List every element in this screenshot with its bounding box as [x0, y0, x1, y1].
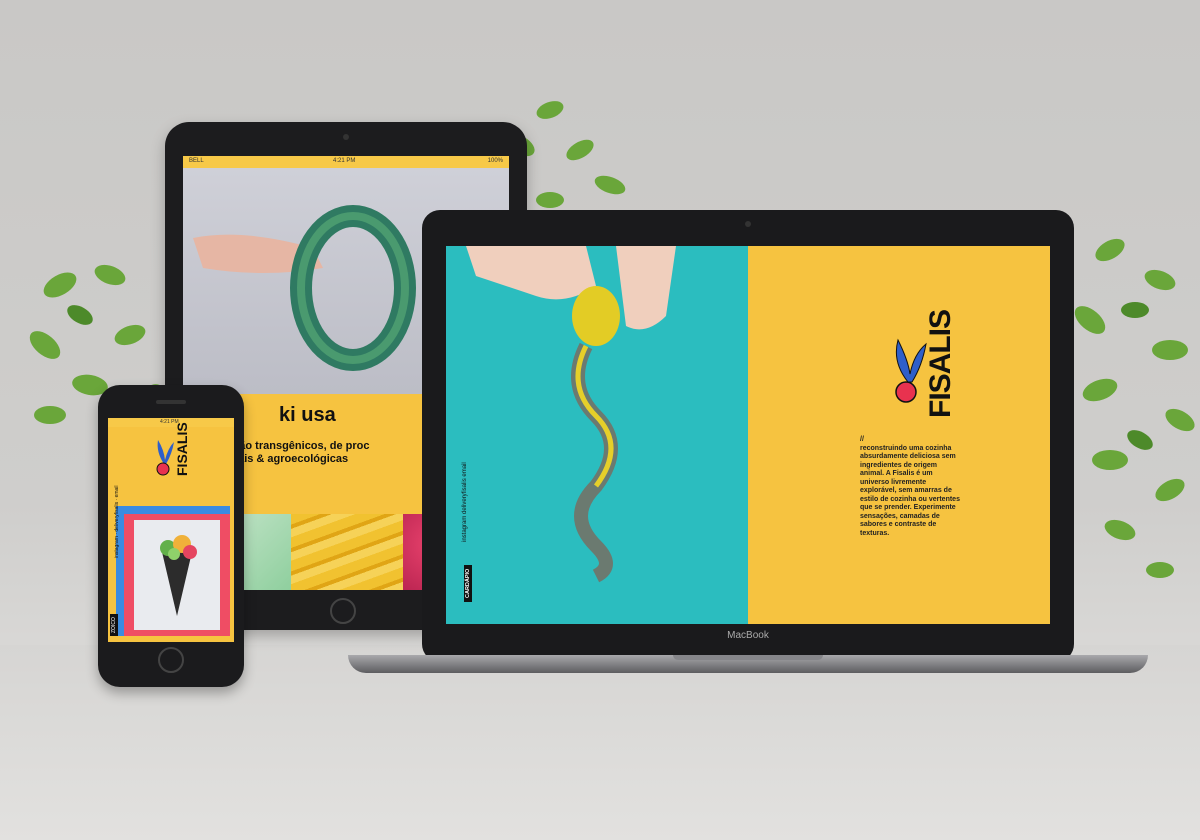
- phone-photo[interactable]: [134, 520, 220, 630]
- tablet-home-button[interactable]: [330, 598, 356, 624]
- laptop-intro-text: reconstruindo uma cozinha absurdamente d…: [860, 444, 960, 537]
- laptop-side-nav[interactable]: instagram deliveryfisalis email: [462, 462, 468, 542]
- tablet-carrier: BELL: [189, 158, 204, 164]
- tablet-heading: ki usa: [279, 404, 336, 426]
- phone-device: 4:21 PM FISALIS instagram · deliveryfisa…: [98, 385, 244, 687]
- tablet-time: 4:21 PM: [333, 158, 356, 164]
- laptop-base: [348, 655, 1148, 673]
- tablet-photo-bananas[interactable]: [291, 514, 403, 590]
- phone-speaker: [156, 400, 186, 404]
- laptop-brand-label: MacBook: [727, 630, 769, 641]
- phone-menu-tag[interactable]: ZOICO: [110, 614, 118, 636]
- phone-home-button[interactable]: [158, 647, 184, 673]
- tablet-battery: 100%: [487, 158, 503, 164]
- tablet-camera: [343, 134, 349, 140]
- phone-logo-text: FISALIS: [174, 422, 190, 476]
- laptop-logo-text: FISALIS: [924, 309, 957, 418]
- laptop-device: instagram deliveryfisalis email CARDÁPIO…: [422, 210, 1074, 662]
- laptop-yellow-panel: FISALIS // reconstruindo uma cozinha abs…: [748, 246, 1050, 624]
- laptop-hero-image: instagram deliveryfisalis email CARDÁPIO: [446, 246, 748, 624]
- laptop-intro-marker: //: [860, 436, 864, 443]
- phone-status-bar: 4:21 PM: [108, 418, 234, 427]
- phone-side-nav[interactable]: instagram · deliveryfisalis · email: [114, 485, 120, 558]
- phone-screen: 4:21 PM FISALIS instagram · deliveryfisa…: [108, 418, 234, 642]
- laptop-menu-tag[interactable]: CARDÁPIO: [464, 564, 472, 602]
- laptop-intro: // reconstruindo uma cozinha absurdament…: [860, 436, 960, 538]
- laptop-camera: [745, 221, 751, 227]
- tablet-status-bar: BELL 4:21 PM 100%: [183, 156, 509, 168]
- laptop-screen: instagram deliveryfisalis email CARDÁPIO…: [446, 246, 1050, 624]
- laptop-opening-notch: [673, 655, 823, 660]
